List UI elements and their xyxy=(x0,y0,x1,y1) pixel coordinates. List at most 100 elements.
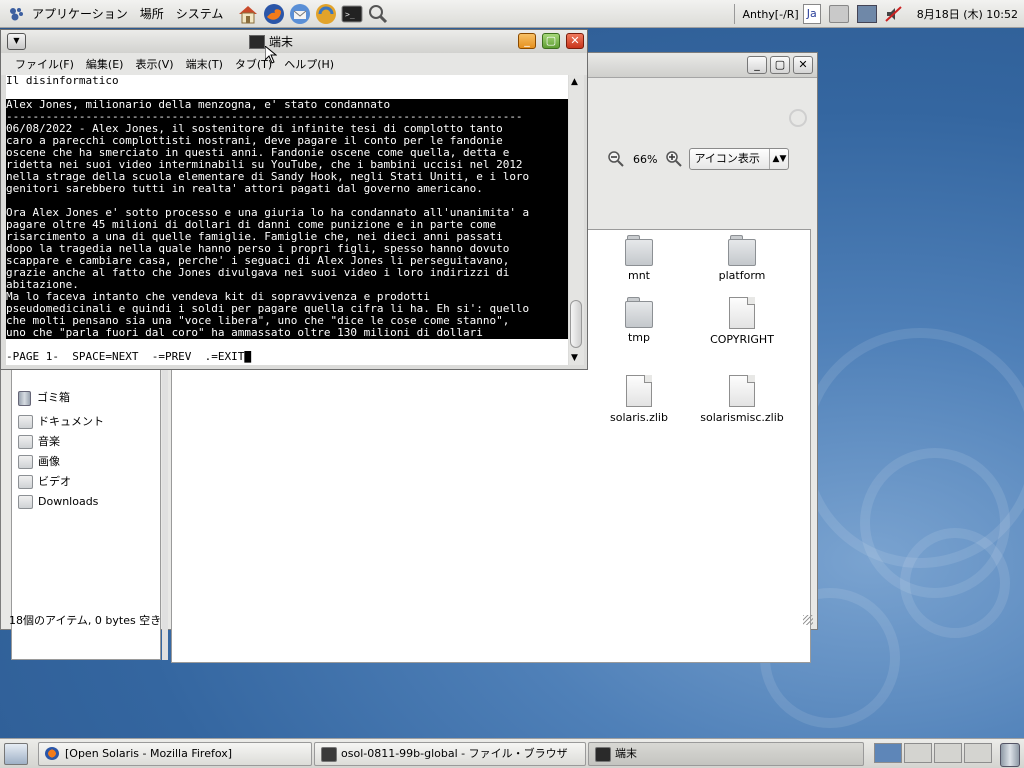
taskbar-item-file-browser[interactable]: osol-0811-99b-global - ファイル・ブラウザ xyxy=(314,742,586,766)
file-item-label: solarismisc.zlib xyxy=(700,411,784,424)
folder-icon xyxy=(18,415,33,429)
file-item-label: platform xyxy=(718,269,766,282)
firefox-icon xyxy=(45,747,59,760)
fm-minimize-button[interactable]: _ xyxy=(747,56,767,74)
menu-help[interactable]: ヘルプ(H) xyxy=(284,56,334,72)
terminal-line: uno che "parla fuori dal coro" ha ammass… xyxy=(6,327,568,339)
terminal-scroll-thumb[interactable] xyxy=(570,300,582,348)
status-bar: 18個のアイテム, 0 bytes 空き xyxy=(9,614,162,627)
sidebar-item-downloads[interactable]: Downloads xyxy=(18,493,98,511)
sidebar-item-documents[interactable]: ドキュメント xyxy=(18,413,104,431)
taskbar-label: osol-0811-99b-global - ファイル・ブラウザ xyxy=(341,747,568,760)
resize-grip-icon[interactable] xyxy=(803,615,813,625)
trash-icon[interactable] xyxy=(1000,743,1020,767)
fm-close-button[interactable]: ✕ xyxy=(793,56,813,74)
search-icon[interactable] xyxy=(367,3,389,25)
menu-places[interactable]: 場所 xyxy=(140,5,164,22)
file-browser-icon xyxy=(321,747,337,762)
update-icon[interactable] xyxy=(315,3,337,25)
window-menu-button[interactable]: ▼ xyxy=(7,33,26,50)
scroll-up-arrow-icon[interactable]: ▲ xyxy=(571,77,578,87)
tray-separator xyxy=(733,4,737,24)
wallpaper-ring xyxy=(900,528,1010,638)
file-item-platform[interactable]: platform xyxy=(697,235,787,282)
zoom-out-icon[interactable] xyxy=(607,150,625,168)
menu-edit[interactable]: 編集(E) xyxy=(86,56,124,72)
sidebar-item-label: Downloads xyxy=(38,495,99,508)
terminal-line xyxy=(6,195,568,207)
file-item-tmp[interactable]: tmp xyxy=(594,297,684,344)
fm-zoom-toolbar: 66% アイコン表示 ▲▼ xyxy=(607,145,790,173)
menu-file[interactable]: ファイル(F) xyxy=(15,56,74,72)
menu-applications[interactable]: アプリケーション xyxy=(32,5,128,22)
gnome-foot-icon[interactable] xyxy=(6,4,26,24)
home-icon[interactable] xyxy=(237,3,259,25)
taskbar-item-firefox[interactable]: [Open Solaris - Mozilla Firefox] xyxy=(38,742,312,766)
folder-icon xyxy=(18,495,33,509)
volume-muted-icon[interactable] xyxy=(885,6,903,22)
file-item-label: COPYRIGHT xyxy=(710,333,774,346)
terminal-line: scappare e cambiare casa, perche' i segu… xyxy=(6,255,568,267)
input-method-status[interactable]: Anthy[-/R] xyxy=(743,8,799,21)
top-panel: アプリケーション 場所 システム >_ Anthy[-/R] Ja 8月18日 … xyxy=(0,0,1024,28)
terminal-icon xyxy=(595,747,611,762)
network-icon[interactable] xyxy=(856,5,877,23)
menu-system[interactable]: システム xyxy=(176,5,224,22)
terminal-titlebar[interactable]: ▼ 端末 _ ▢ ✕ xyxy=(1,30,587,53)
printer-icon[interactable] xyxy=(828,5,849,23)
folder-icon xyxy=(18,435,33,449)
terminal-line: dopo la tragedia nella quale hanno perso… xyxy=(6,243,568,255)
sidebar-item-music[interactable]: 音楽 xyxy=(18,433,60,451)
terminal-icon[interactable]: >_ xyxy=(341,3,363,25)
document-icon xyxy=(626,375,652,407)
terminal-line: pagare oltre 45 milioni di dollari di da… xyxy=(6,219,568,231)
terminal-line: Alex Jones, milionario della menzogna, e… xyxy=(6,99,568,111)
firefox-icon[interactable] xyxy=(263,3,285,25)
workspace-1[interactable] xyxy=(874,743,902,763)
lang-chip[interactable]: Ja xyxy=(802,4,821,24)
folder-icon xyxy=(728,235,756,266)
file-item-mnt[interactable]: mnt xyxy=(594,235,684,282)
clock[interactable]: 8月18日 (木) 10:52 xyxy=(917,6,1018,22)
minimize-button[interactable]: _ xyxy=(518,33,536,49)
terminal-line: che molti pensano sia una "voce libera",… xyxy=(6,315,568,327)
chevron-updown-icon: ▲▼ xyxy=(769,149,788,169)
scroll-down-arrow-icon[interactable]: ▼ xyxy=(571,353,578,363)
fm-maximize-button[interactable]: ▢ xyxy=(770,56,790,74)
system-tray: Anthy[-/R] Ja 8月18日 (木) 10:52 xyxy=(733,0,1024,28)
zoom-level: 66% xyxy=(633,152,658,166)
sidebar-item-trash[interactable]: ゴミ箱 xyxy=(18,389,70,407)
workspace-2[interactable] xyxy=(904,743,932,763)
workspace-4[interactable] xyxy=(964,743,992,763)
terminal-line: grazie anche al fatto che Jones divulgav… xyxy=(6,267,568,279)
terminal-scrollbar[interactable]: ▲ ▼ xyxy=(569,75,584,365)
terminal-screen[interactable]: Il disinformatico Alex Jones, milionario … xyxy=(6,75,568,365)
menu-view[interactable]: 表示(V) xyxy=(135,56,173,72)
document-icon xyxy=(729,297,755,329)
terminal-line: nella strage della scuola elementare di … xyxy=(6,171,568,183)
sidebar-item-pictures[interactable]: 画像 xyxy=(18,453,60,471)
sidebar-item-label: ゴミ箱 xyxy=(37,391,70,404)
close-button[interactable]: ✕ xyxy=(566,33,584,49)
taskbar-item-terminal[interactable]: 端末 xyxy=(588,742,864,766)
workspace-3[interactable] xyxy=(934,743,962,763)
file-item-copyright[interactable]: COPYRIGHT xyxy=(697,297,787,346)
show-desktop-button[interactable] xyxy=(4,743,28,765)
sidebar-item-label: ドキュメント xyxy=(38,415,104,428)
file-item-solaris-zlib[interactable]: solaris.zlib xyxy=(594,375,684,424)
file-item-solarismisc-zlib[interactable]: solarismisc.zlib xyxy=(697,375,787,424)
folder-icon xyxy=(625,297,653,328)
terminal-line: ----------------------------------------… xyxy=(6,111,568,123)
terminal-line: genitori sarebbero tutti in realta' atto… xyxy=(6,183,568,195)
terminal-line: Ora Alex Jones e' sotto processo e una g… xyxy=(6,207,568,219)
zoom-in-icon[interactable] xyxy=(665,150,683,168)
menu-terminal[interactable]: 端末(T) xyxy=(186,56,223,72)
maximize-button[interactable]: ▢ xyxy=(542,33,560,49)
view-mode-value: アイコン表示 xyxy=(694,152,760,165)
terminal-line: ridetta nei suoi video interminabili su … xyxy=(6,159,568,171)
thunderbird-icon[interactable] xyxy=(289,3,311,25)
file-item-label: solaris.zlib xyxy=(610,411,668,424)
mouse-pointer-icon xyxy=(264,44,278,64)
view-mode-select[interactable]: アイコン表示 ▲▼ xyxy=(689,148,790,170)
sidebar-item-videos[interactable]: ビデオ xyxy=(18,473,71,491)
